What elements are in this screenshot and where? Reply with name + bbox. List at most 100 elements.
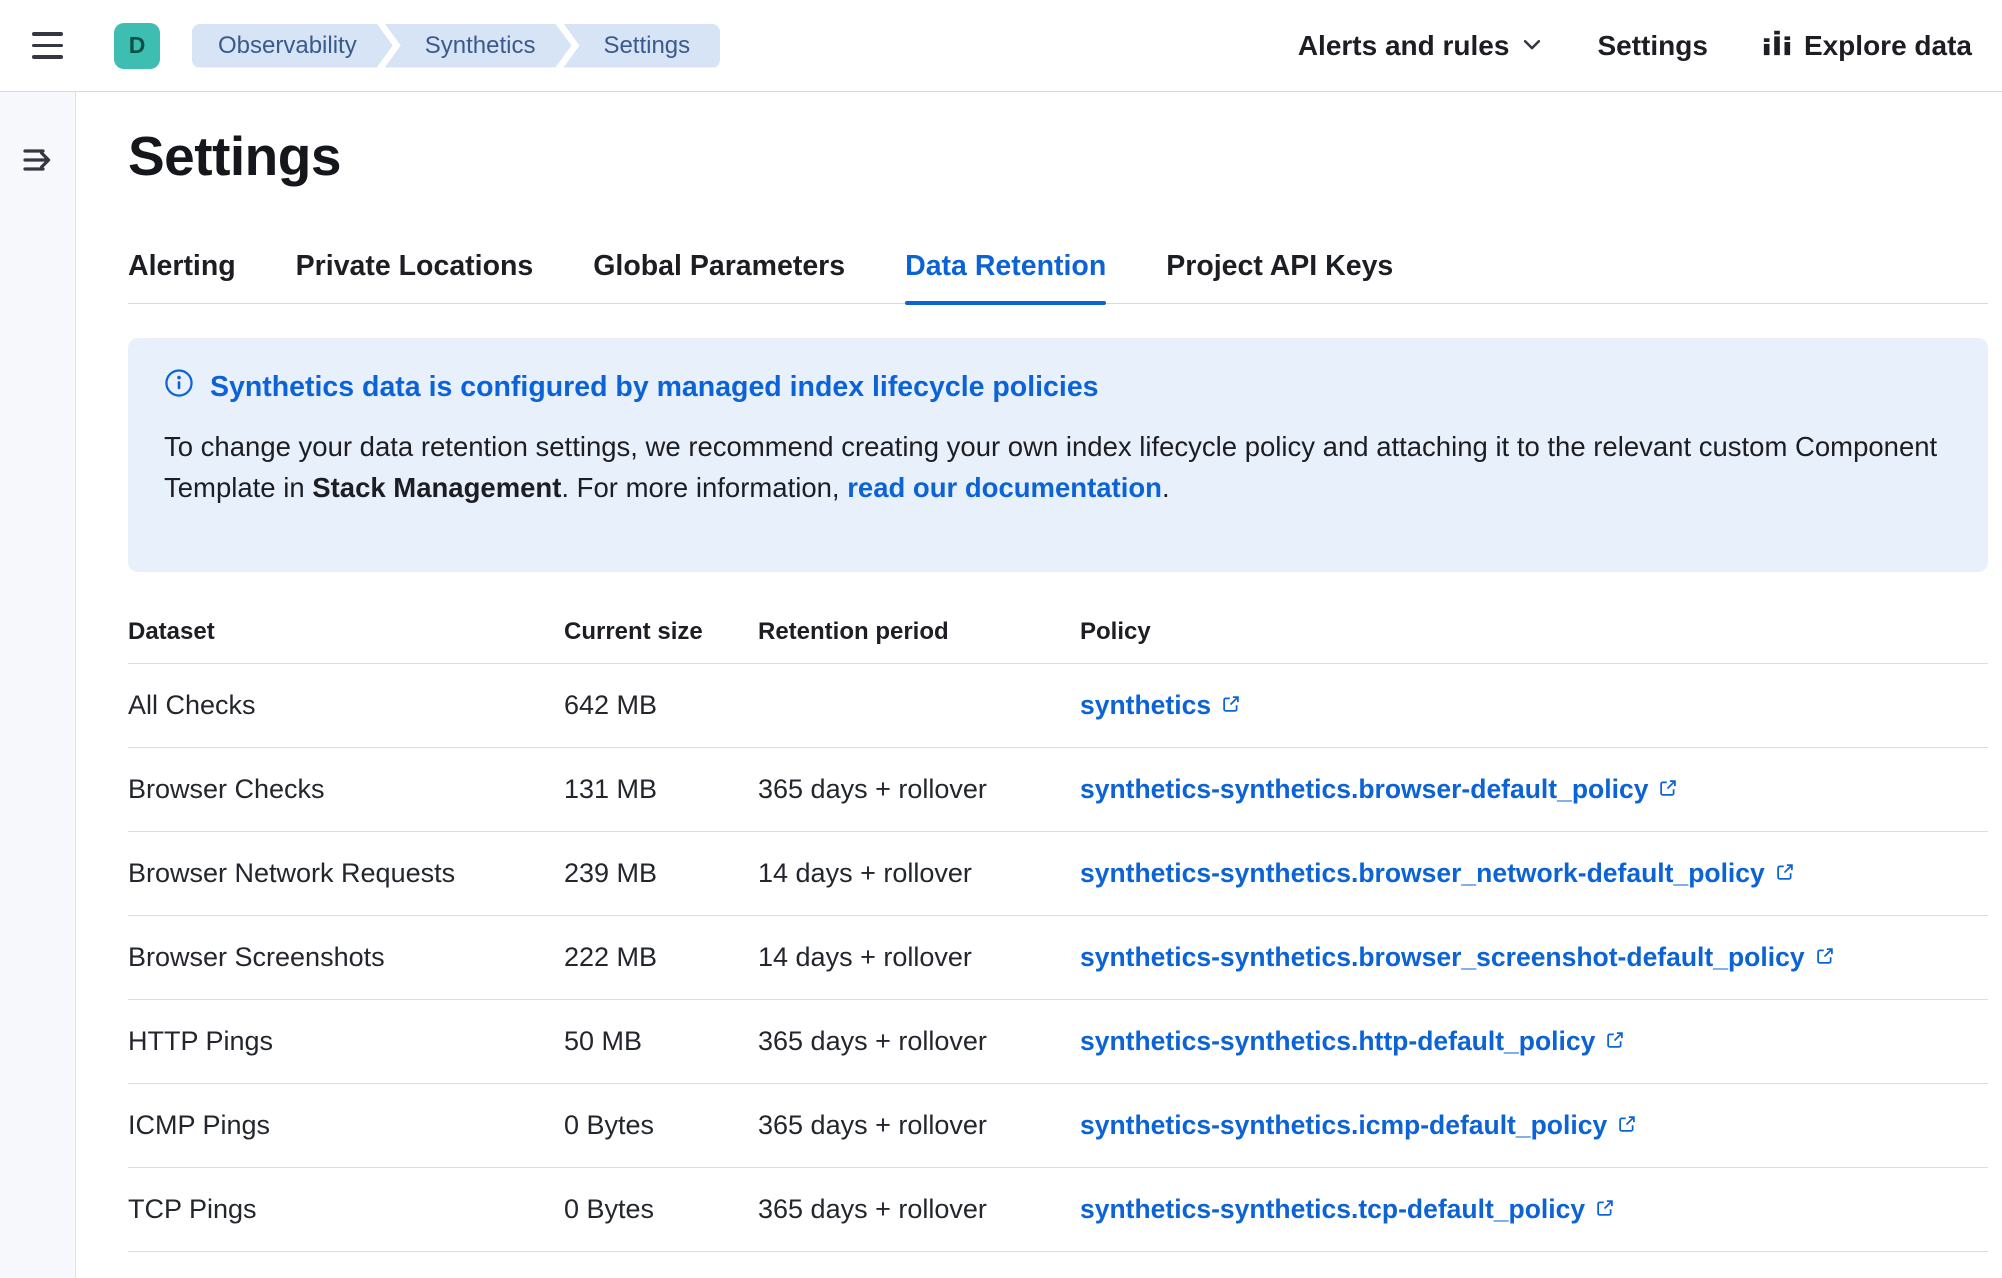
stack-management-text: Stack Management: [312, 472, 561, 503]
table-row: HTTP Pings 50 MB 365 days + rollover syn…: [128, 999, 1988, 1083]
policy-cell: synthetics: [1080, 663, 1988, 747]
collapsed-sidebar: [0, 92, 76, 1278]
dataset-cell: HTTP Pings: [128, 999, 564, 1083]
size-cell: 222 MB: [564, 915, 758, 999]
table-row: Browser Network Requests 239 MB 14 days …: [128, 831, 1988, 915]
retention-cell: 365 days + rollover: [758, 1083, 1080, 1167]
external-link-icon: [1775, 858, 1795, 889]
table-row: TCP Pings 0 Bytes 365 days + rollover sy…: [128, 1167, 1988, 1251]
documentation-link[interactable]: read our documentation: [847, 472, 1162, 503]
policy-link[interactable]: synthetics-synthetics.browser-default_po…: [1080, 774, 1678, 805]
size-cell: 0 Bytes: [564, 1083, 758, 1167]
policy-link[interactable]: synthetics-synthetics.icmp-default_polic…: [1080, 1110, 1637, 1141]
page-title: Settings: [128, 124, 1988, 188]
retention-cell: 14 days + rollover: [758, 915, 1080, 999]
tab-data-retention[interactable]: Data Retention: [905, 250, 1106, 303]
breadcrumb-synthetics[interactable]: Synthetics: [385, 24, 572, 68]
tab-global-parameters[interactable]: Global Parameters: [593, 250, 845, 303]
top-header-bar: D Observability Synthetics Settings Aler…: [0, 0, 2002, 92]
dataset-cell: Browser Screenshots: [128, 915, 564, 999]
settings-link-label: Settings: [1597, 30, 1707, 62]
settings-link[interactable]: Settings: [1597, 30, 1707, 62]
breadcrumb-settings[interactable]: Settings: [563, 24, 720, 68]
column-header-dataset: Dataset: [128, 618, 564, 664]
bar-chart-icon: [1762, 27, 1792, 64]
info-callout: Synthetics data is configured by managed…: [128, 338, 1988, 572]
size-cell: 0 Bytes: [564, 1167, 758, 1251]
table-header-row: Dataset Current size Retention period Po…: [128, 618, 1988, 664]
callout-title: Synthetics data is configured by managed…: [210, 371, 1099, 404]
expand-sidebar-button[interactable]: [18, 140, 58, 183]
policy-link[interactable]: synthetics-synthetics.tcp-default_policy: [1080, 1194, 1615, 1225]
callout-text: .: [1162, 472, 1170, 503]
external-link-icon: [1815, 942, 1835, 973]
policy-link-label: synthetics-synthetics.tcp-default_policy: [1080, 1194, 1585, 1225]
breadcrumb-observability[interactable]: Observability: [192, 24, 393, 68]
explore-data-link[interactable]: Explore data: [1762, 27, 1972, 64]
dataset-cell: Browser Network Requests: [128, 831, 564, 915]
dataset-cell: ICMP Pings: [128, 1083, 564, 1167]
policy-link[interactable]: synthetics-synthetics.http-default_polic…: [1080, 1026, 1625, 1057]
retention-cell: 365 days + rollover: [758, 1167, 1080, 1251]
external-link-icon: [1658, 774, 1678, 805]
policy-link-label: synthetics-synthetics.browser_network-de…: [1080, 858, 1765, 889]
policy-link-label: synthetics-synthetics.browser-default_po…: [1080, 774, 1648, 805]
policy-cell: synthetics-synthetics.browser_network-de…: [1080, 831, 1988, 915]
policy-cell: synthetics-synthetics.browser_screenshot…: [1080, 915, 1988, 999]
table-row: Browser Checks 131 MB 365 days + rollove…: [128, 747, 1988, 831]
table-row: All Checks 642 MB synthetics: [128, 663, 1988, 747]
tab-project-api-keys[interactable]: Project API Keys: [1166, 250, 1393, 303]
avatar[interactable]: D: [114, 23, 160, 69]
callout-title-row: Synthetics data is configured by managed…: [164, 368, 1952, 406]
table-row: Browser Screenshots 222 MB 14 days + rol…: [128, 915, 1988, 999]
external-link-icon: [1605, 1026, 1625, 1057]
alerts-and-rules-label: Alerts and rules: [1298, 30, 1510, 62]
retention-cell: [758, 663, 1080, 747]
hamburger-menu-button[interactable]: [22, 20, 74, 72]
column-header-policy: Policy: [1080, 618, 1988, 664]
retention-cell: 365 days + rollover: [758, 747, 1080, 831]
info-icon: [164, 368, 194, 406]
size-cell: 131 MB: [564, 747, 758, 831]
policy-cell: synthetics-synthetics.browser-default_po…: [1080, 747, 1988, 831]
policy-link[interactable]: synthetics-synthetics.browser_screenshot…: [1080, 942, 1835, 973]
policy-cell: synthetics-synthetics.icmp-default_polic…: [1080, 1083, 1988, 1167]
chevron-down-icon: [1521, 30, 1543, 62]
policy-cell: synthetics-synthetics.tcp-default_policy: [1080, 1167, 1988, 1251]
explore-data-label: Explore data: [1804, 30, 1972, 62]
policy-link-label: synthetics-synthetics.browser_screenshot…: [1080, 942, 1805, 973]
app-window: D Observability Synthetics Settings Aler…: [0, 0, 2002, 1278]
breadcrumb: Observability Synthetics Settings: [192, 24, 720, 68]
tab-alerting[interactable]: Alerting: [128, 250, 236, 303]
size-cell: 239 MB: [564, 831, 758, 915]
dataset-cell: TCP Pings: [128, 1167, 564, 1251]
policy-cell: synthetics-synthetics.http-default_polic…: [1080, 999, 1988, 1083]
callout-body: To change your data retention settings, …: [164, 426, 1952, 508]
dataset-cell: Browser Checks: [128, 747, 564, 831]
column-header-current-size: Current size: [564, 618, 758, 664]
menu-right-icon: [22, 164, 54, 179]
main-content: Settings Alerting Private Locations Glob…: [76, 92, 2002, 1278]
retention-table: Dataset Current size Retention period Po…: [128, 618, 1988, 1252]
column-header-retention-period: Retention period: [758, 618, 1080, 664]
retention-cell: 365 days + rollover: [758, 999, 1080, 1083]
callout-text: . For more information,: [561, 472, 847, 503]
policy-link[interactable]: synthetics: [1080, 690, 1241, 721]
hamburger-icon: [32, 32, 63, 36]
external-link-icon: [1221, 690, 1241, 721]
policy-link-label: synthetics-synthetics.http-default_polic…: [1080, 1026, 1595, 1057]
tab-private-locations[interactable]: Private Locations: [296, 250, 534, 303]
dataset-cell: All Checks: [128, 663, 564, 747]
retention-cell: 14 days + rollover: [758, 831, 1080, 915]
size-cell: 50 MB: [564, 999, 758, 1083]
policy-link-label: synthetics: [1080, 690, 1211, 721]
size-cell: 642 MB: [564, 663, 758, 747]
policy-link[interactable]: synthetics-synthetics.browser_network-de…: [1080, 858, 1795, 889]
header-actions: Alerts and rules Settings Explore data: [1298, 27, 1972, 64]
settings-tabs: Alerting Private Locations Global Parame…: [128, 250, 1988, 304]
alerts-and-rules-menu[interactable]: Alerts and rules: [1298, 30, 1544, 62]
table-row: ICMP Pings 0 Bytes 365 days + rollover s…: [128, 1083, 1988, 1167]
external-link-icon: [1595, 1194, 1615, 1225]
external-link-icon: [1617, 1110, 1637, 1141]
policy-link-label: synthetics-synthetics.icmp-default_polic…: [1080, 1110, 1607, 1141]
